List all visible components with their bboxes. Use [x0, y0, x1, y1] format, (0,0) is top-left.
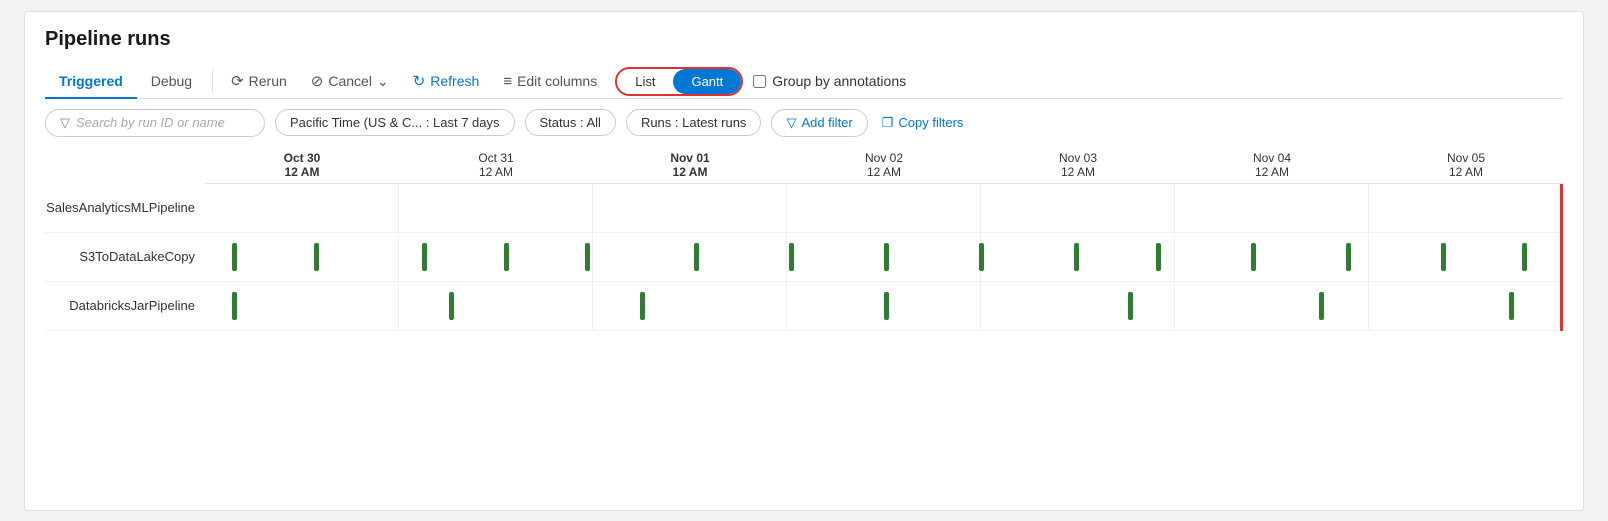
gantt-bar	[422, 243, 427, 271]
gantt-bar	[1251, 243, 1256, 271]
gantt-bar	[504, 243, 509, 271]
gantt-bar	[694, 243, 699, 271]
edit-columns-button[interactable]: ≡ Edit columns	[491, 67, 609, 96]
gantt-bar	[1509, 292, 1514, 320]
gantt-col-header: Oct 3112 AM	[399, 151, 593, 179]
search-placeholder: Search by run ID or name	[76, 115, 225, 130]
add-filter-button[interactable]: ▽ Add filter	[771, 109, 867, 137]
tab-debug[interactable]: Debug	[137, 65, 206, 99]
gantt-bar	[1346, 243, 1351, 271]
list-view-button[interactable]: List	[617, 69, 673, 94]
group-by-label: Group by annotations	[772, 73, 906, 89]
gantt-row: SalesAnalyticsMLPipeline	[45, 184, 1563, 233]
cancel-button[interactable]: ⊘ Cancel ⌄	[299, 66, 401, 96]
filter-search-icon: ▽	[60, 115, 70, 131]
runs-filter-chip[interactable]: Runs : Latest runs	[626, 109, 762, 136]
gantt-view-button[interactable]: Gantt	[673, 69, 741, 94]
add-filter-icon: ▽	[786, 115, 796, 131]
gantt-col-header: Nov 0112 AM	[593, 151, 787, 179]
gantt-row-label: DatabricksJarPipeline	[45, 298, 205, 313]
rerun-button[interactable]: ⟳ Rerun	[219, 66, 299, 96]
gantt-bar	[449, 292, 454, 320]
gantt-bar	[1319, 292, 1324, 320]
gantt-row-label: S3ToDataLakeCopy	[45, 249, 205, 264]
gantt-row-content	[205, 282, 1563, 330]
gantt-bar	[1441, 243, 1446, 271]
gantt-bar	[585, 243, 590, 271]
page-title: Pipeline runs	[45, 28, 1563, 51]
pipeline-runs-container: Pipeline runs Triggered Debug ⟳ Rerun ⊘ …	[24, 11, 1584, 511]
rerun-icon: ⟳	[231, 72, 244, 90]
gantt-bar	[884, 292, 889, 320]
current-time-marker	[1560, 184, 1563, 331]
tabs-toolbar: Triggered Debug ⟳ Rerun ⊘ Cancel ⌄ ↻ Ref…	[45, 65, 1563, 99]
refresh-button[interactable]: ↻ Refresh	[401, 66, 492, 96]
cancel-dropdown-icon: ⌄	[377, 73, 389, 90]
gantt-chart: Oct 3012 AMOct 3112 AMNov 0112 AMNov 021…	[45, 151, 1563, 331]
gantt-row-content	[205, 184, 1563, 232]
gantt-bar	[1156, 243, 1161, 271]
gantt-bar	[884, 243, 889, 271]
filter-row: ▽ Search by run ID or name Pacific Time …	[45, 109, 1563, 137]
gantt-col-header: Oct 3012 AM	[205, 151, 399, 179]
gantt-header: Oct 3012 AMOct 3112 AMNov 0112 AMNov 021…	[205, 151, 1563, 184]
gantt-bar	[789, 243, 794, 271]
gantt-col-header: Nov 0212 AM	[787, 151, 981, 179]
gantt-bar	[232, 243, 237, 271]
gantt-bar	[979, 243, 984, 271]
divider-1	[212, 69, 213, 93]
gantt-grid	[205, 184, 1563, 232]
group-by-checkbox[interactable]	[753, 75, 766, 88]
gantt-row: S3ToDataLakeCopy	[45, 233, 1563, 282]
copy-filters-button[interactable]: ❐ Copy filters	[882, 115, 964, 131]
gantt-bar	[314, 243, 319, 271]
group-by-annotations: Group by annotations	[753, 73, 906, 89]
time-filter-chip[interactable]: Pacific Time (US & C... : Last 7 days	[275, 109, 515, 136]
gantt-col-header: Nov 0412 AM	[1175, 151, 1369, 179]
copy-icon: ❐	[882, 115, 894, 131]
columns-icon: ≡	[503, 73, 512, 90]
gantt-bar	[640, 292, 645, 320]
gantt-row: DatabricksJarPipeline	[45, 282, 1563, 331]
tab-triggered[interactable]: Triggered	[45, 65, 137, 99]
gantt-bar	[1074, 243, 1079, 271]
search-filter[interactable]: ▽ Search by run ID or name	[45, 109, 265, 137]
view-toggle: List Gantt	[615, 67, 743, 96]
cancel-icon: ⊘	[311, 72, 324, 90]
gantt-col-header: Nov 0312 AM	[981, 151, 1175, 179]
refresh-icon: ↻	[413, 72, 426, 90]
gantt-col-header: Nov 0512 AM	[1369, 151, 1563, 179]
gantt-bar	[1128, 292, 1133, 320]
gantt-row-label: SalesAnalyticsMLPipeline	[45, 200, 205, 215]
status-filter-chip[interactable]: Status : All	[525, 109, 616, 136]
gantt-bar	[1522, 243, 1527, 271]
gantt-bar	[232, 292, 237, 320]
gantt-row-content	[205, 233, 1563, 281]
gantt-body: SalesAnalyticsMLPipeline S3ToDataLakeCopy…	[45, 184, 1563, 331]
